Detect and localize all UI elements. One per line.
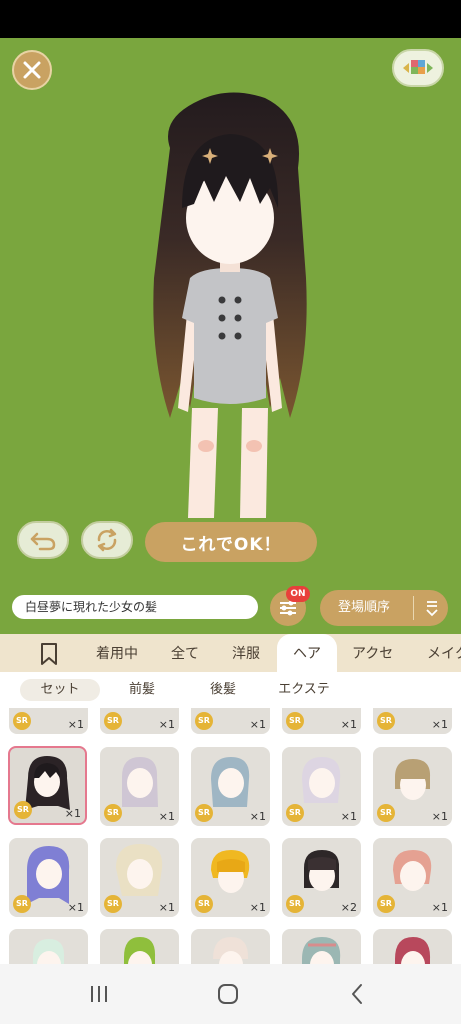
rarity-badge: SR	[286, 895, 304, 913]
rarity-badge: SR	[377, 712, 395, 730]
rarity-badge: SR	[195, 804, 213, 822]
rarity-badge: SR	[104, 712, 122, 730]
rarity-badge: SR	[377, 895, 395, 913]
rarity-badge: SR	[377, 804, 395, 822]
hair-item[interactable]: SR ×1	[282, 708, 361, 734]
item-count: ×1	[67, 718, 84, 731]
hair-item[interactable]: SR ×1	[100, 747, 179, 826]
rarity-badge: SR	[104, 804, 122, 822]
tab-hair[interactable]: ヘア	[277, 634, 337, 672]
avatar-character	[153, 92, 307, 518]
rarity-badge: SR	[195, 895, 213, 913]
tab-all[interactable]: 全て	[171, 634, 199, 672]
item-info-bar: 白昼夢に現れた少女の髪 ON 登場順序	[0, 580, 461, 634]
tab-clothes[interactable]: 洋服	[232, 634, 260, 672]
item-count: ×1	[431, 901, 448, 914]
filter-on-badge: ON	[286, 586, 310, 602]
hair-item[interactable]: SR ×1	[191, 838, 270, 917]
hair-item[interactable]	[282, 929, 361, 964]
rarity-badge: SR	[286, 712, 304, 730]
item-count: ×1	[67, 901, 84, 914]
item-count: ×1	[64, 807, 81, 820]
confirm-ok-button[interactable]: これでOK！	[145, 522, 317, 562]
hair-item-selected[interactable]: SR ×1	[8, 746, 87, 825]
item-count: ×1	[158, 901, 175, 914]
tab-accessories[interactable]: アクセ	[352, 634, 393, 672]
nav-home-button[interactable]	[213, 982, 243, 1006]
sort-label: 登場順序	[338, 600, 391, 615]
home-icon	[218, 984, 238, 1004]
nav-back-button[interactable]	[342, 982, 372, 1006]
rarity-badge: SR	[195, 712, 213, 730]
item-count: ×2	[340, 901, 357, 914]
item-count: ×1	[431, 810, 448, 823]
nav-recents-button[interactable]	[84, 982, 114, 1006]
rarity-badge: SR	[13, 712, 31, 730]
subtab-back-hair[interactable]: 後髪	[193, 679, 253, 701]
close-button[interactable]	[12, 50, 52, 90]
refresh-icon	[97, 528, 117, 552]
hair-thumbnail	[395, 937, 431, 964]
hair-item[interactable]: SR ×1	[373, 838, 452, 917]
close-icon	[23, 61, 41, 79]
status-bar	[0, 0, 461, 38]
item-count: ×1	[249, 718, 266, 731]
sort-divider	[413, 596, 414, 620]
item-grid: SR ×1 SR ×1 SR ×1 SR ×1 SR ×1 SR ×1 SR ×…	[0, 708, 461, 964]
hair-item[interactable]: SR ×1	[100, 838, 179, 917]
selected-item-name: 白昼夢に現れた少女の髪	[12, 595, 258, 619]
hair-item[interactable]	[373, 929, 452, 964]
hair-thumbnail	[213, 937, 249, 964]
hair-thumbnail	[302, 937, 341, 964]
item-count: ×1	[158, 718, 175, 731]
subtab-extensions[interactable]: エクステ	[272, 679, 336, 701]
reset-button[interactable]	[81, 521, 133, 559]
tab-makeup[interactable]: メイク	[427, 634, 461, 672]
tab-wearing[interactable]: 着用中	[96, 634, 138, 672]
hair-item[interactable]: SR ×1	[100, 708, 179, 734]
palette-grid-icon	[403, 60, 433, 74]
category-tabs: 着用中 全て 洋服 ヘア アクセ メイク	[0, 634, 461, 672]
hair-item[interactable]: SR ×1	[9, 708, 88, 734]
subtab-front-hair[interactable]: 前髪	[112, 679, 172, 701]
undo-icon	[30, 532, 56, 551]
item-count: ×1	[431, 718, 448, 731]
sort-arrow-icon	[426, 601, 438, 617]
hair-item[interactable]	[191, 929, 270, 964]
hair-item[interactable]: SR ×1	[282, 747, 361, 826]
hair-item[interactable]: SR ×1	[9, 838, 88, 917]
sort-button[interactable]: 登場順序	[320, 590, 448, 626]
undo-button[interactable]	[17, 521, 69, 559]
item-count: ×1	[249, 901, 266, 914]
subtab-set[interactable]: セット	[20, 679, 100, 701]
palette-button[interactable]	[392, 49, 444, 87]
hair-item[interactable]	[100, 929, 179, 964]
bookmark-icon	[41, 643, 57, 665]
item-count: ×1	[340, 810, 357, 823]
dressup-stage: これでOK！	[0, 38, 461, 580]
hair-item[interactable]: SR ×1	[191, 708, 270, 734]
sort-order-toggle[interactable]	[420, 590, 444, 626]
rarity-badge: SR	[13, 895, 31, 913]
item-count: ×1	[340, 718, 357, 731]
rarity-badge: SR	[286, 804, 304, 822]
hair-item[interactable]: SR ×2	[282, 838, 361, 917]
hair-item[interactable]: SR ×1	[373, 747, 452, 826]
recents-icon	[91, 986, 107, 1002]
back-icon	[352, 984, 362, 1004]
hair-item[interactable]: SR ×1	[191, 747, 270, 826]
item-count: ×1	[249, 810, 266, 823]
rarity-badge: SR	[104, 895, 122, 913]
sub-tabs: セット 前髪 後髪 エクステ	[0, 672, 461, 708]
rarity-badge: SR	[14, 801, 32, 819]
hair-thumbnail	[124, 937, 156, 964]
system-nav-bar	[0, 964, 461, 1024]
item-count: ×1	[158, 810, 175, 823]
hair-item[interactable]: SR ×1	[373, 708, 452, 734]
hair-thumbnail	[33, 939, 65, 964]
bookmark-tab[interactable]	[36, 642, 62, 666]
hair-item[interactable]	[9, 929, 88, 964]
